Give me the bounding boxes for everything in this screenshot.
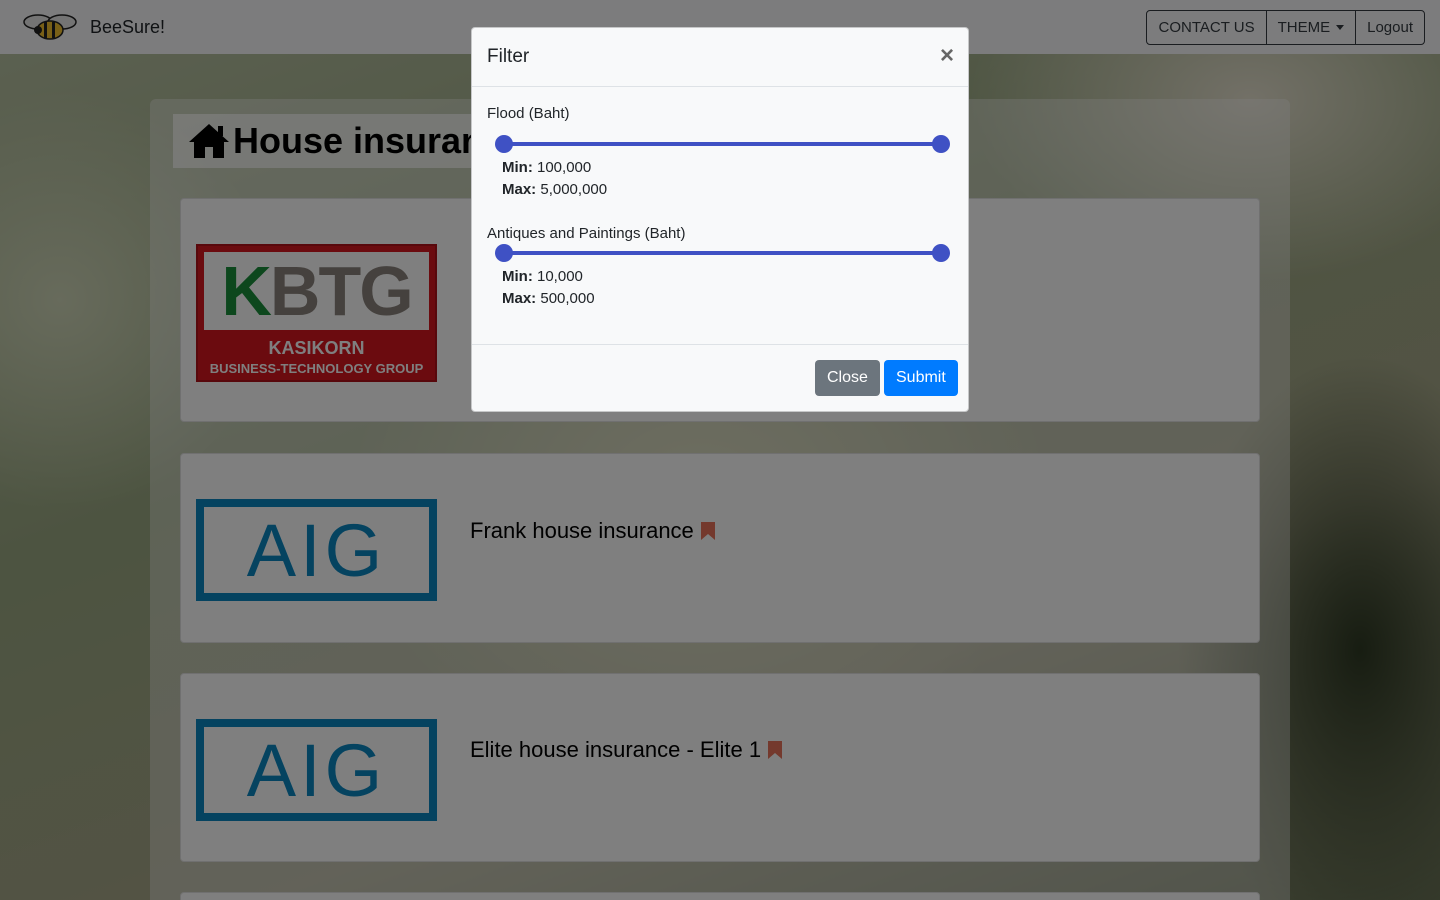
min-value: 100,000 [537,159,592,176]
slider-track [504,251,941,255]
submit-button[interactable]: Submit [884,360,958,396]
max-value: 5,000,000 [540,181,608,198]
modal-body: Flood (Baht) Min: 100,000 Max: 5,000,000… [472,87,968,346]
modal-title: Filter [487,46,530,67]
max-label: Max: [502,290,537,307]
min-label: Min: [502,159,533,176]
modal-header: Filter × [472,28,968,87]
min-label: Min: [502,268,533,285]
slider-min-handle[interactable] [495,244,513,262]
modal-footer: Close Submit [472,344,968,411]
antiques-min-value: Min: 10,000 [502,268,583,285]
max-value: 500,000 [540,290,595,307]
slider-min-handle[interactable] [495,135,513,153]
antiques-max-value: Max: 500,000 [502,290,595,307]
flood-label: Flood (Baht) [487,105,570,122]
close-icon[interactable]: × [940,44,954,68]
slider-max-handle[interactable] [932,244,950,262]
slider-max-handle[interactable] [932,135,950,153]
flood-min-value: Min: 100,000 [502,159,591,176]
close-button[interactable]: Close [815,360,880,396]
antiques-range-slider[interactable] [495,243,950,263]
max-label: Max: [502,181,537,198]
flood-range-slider[interactable] [495,134,950,154]
flood-max-value: Max: 5,000,000 [502,181,607,198]
min-value: 10,000 [537,268,583,285]
antiques-label: Antiques and Paintings (Baht) [487,225,686,242]
filter-modal: Filter × Flood (Baht) Min: 100,000 Max: … [471,27,969,412]
slider-track [504,142,941,146]
